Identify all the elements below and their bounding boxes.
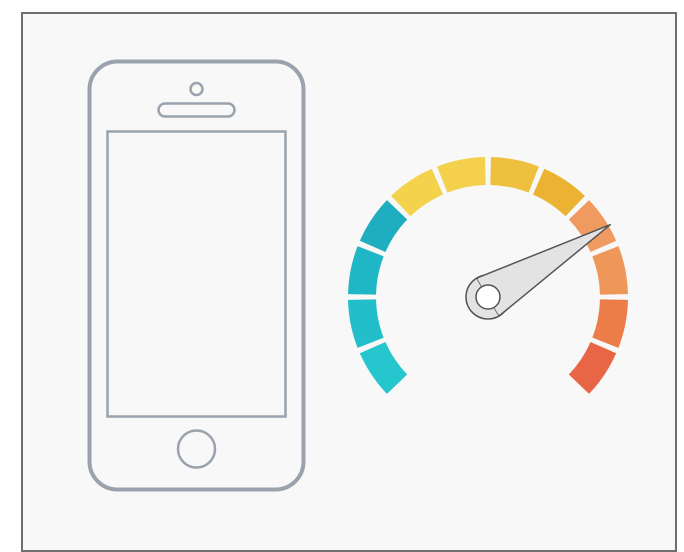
speedometer-gauge-icon [348,157,628,394]
gauge-segment [348,299,384,348]
gauge-segment [348,246,384,295]
phone-body [87,59,306,492]
phone-camera [189,81,204,97]
smartphone-icon [87,59,306,492]
gauge-segment [437,157,486,193]
gauge-segment [592,246,628,295]
illustration-canvas [0,0,684,552]
illustration-svg [87,59,628,492]
phone-screen [106,130,287,418]
gauge-segment [568,342,617,394]
gauge-segment [592,299,628,348]
gauge-segment [359,342,408,394]
gauge-segment [391,168,443,217]
phone-speaker [157,102,236,118]
gauge-segment [490,157,539,193]
gauge-segment [533,168,585,217]
gauge-hub [475,284,501,310]
gauge-segment [359,200,408,252]
phone-home-button [176,429,217,469]
